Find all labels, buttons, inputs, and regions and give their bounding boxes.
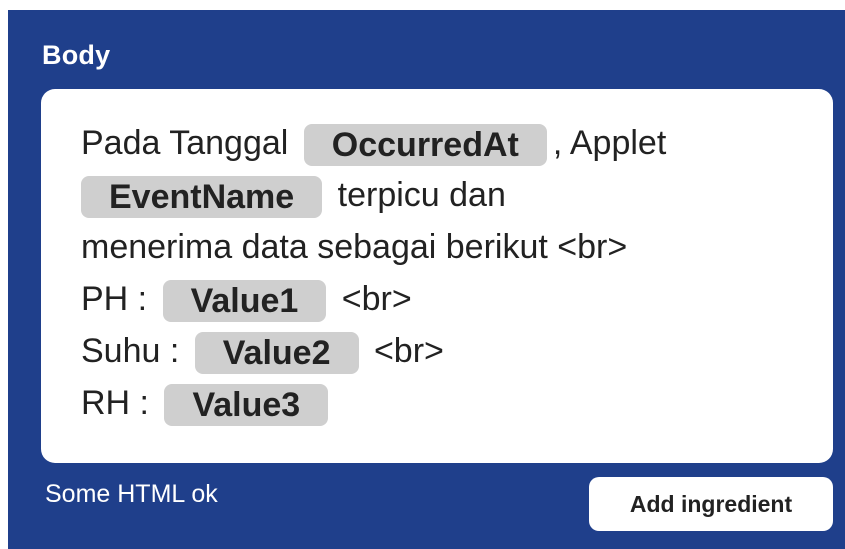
body-field-panel: Body Pada Tanggal OccurredAt, Applet Eve…: [8, 10, 845, 549]
editor-line: EventName terpicu dan: [81, 169, 803, 221]
add-ingredient-button[interactable]: Add ingredient: [589, 477, 833, 531]
static-text: PH :: [81, 280, 157, 318]
static-text: <br>: [332, 280, 412, 318]
editor-line: RH : Value3: [81, 377, 803, 429]
ingredient-token-value1[interactable]: Value1: [162, 280, 327, 323]
ingredient-token-value3[interactable]: Value3: [164, 384, 329, 427]
static-text: menerima data sebagai berikut <br>: [81, 228, 628, 266]
ingredient-token-value2[interactable]: Value2: [194, 332, 359, 375]
body-text-editor[interactable]: Pada Tanggal OccurredAt, Applet EventNam…: [41, 89, 833, 463]
editor-line: PH : Value1 <br>: [81, 273, 803, 325]
static-text: Suhu :: [81, 332, 189, 370]
static-text: Pada Tanggal: [81, 124, 298, 162]
static-text: <br>: [364, 332, 444, 370]
static-text: RH :: [81, 384, 159, 422]
editor-line: Pada Tanggal OccurredAt, Applet: [81, 117, 803, 169]
ingredient-token-eventname[interactable]: EventName: [81, 176, 323, 219]
html-hint-text: Some HTML ok: [45, 480, 218, 508]
body-field-label: Body: [42, 40, 111, 70]
editor-line: menerima data sebagai berikut <br>: [81, 221, 803, 273]
editor-line: Suhu : Value2 <br>: [81, 325, 803, 377]
static-text: , Applet: [552, 124, 667, 162]
ingredient-token-occurredat[interactable]: OccurredAt: [303, 124, 547, 167]
static-text: terpicu dan: [328, 176, 506, 214]
